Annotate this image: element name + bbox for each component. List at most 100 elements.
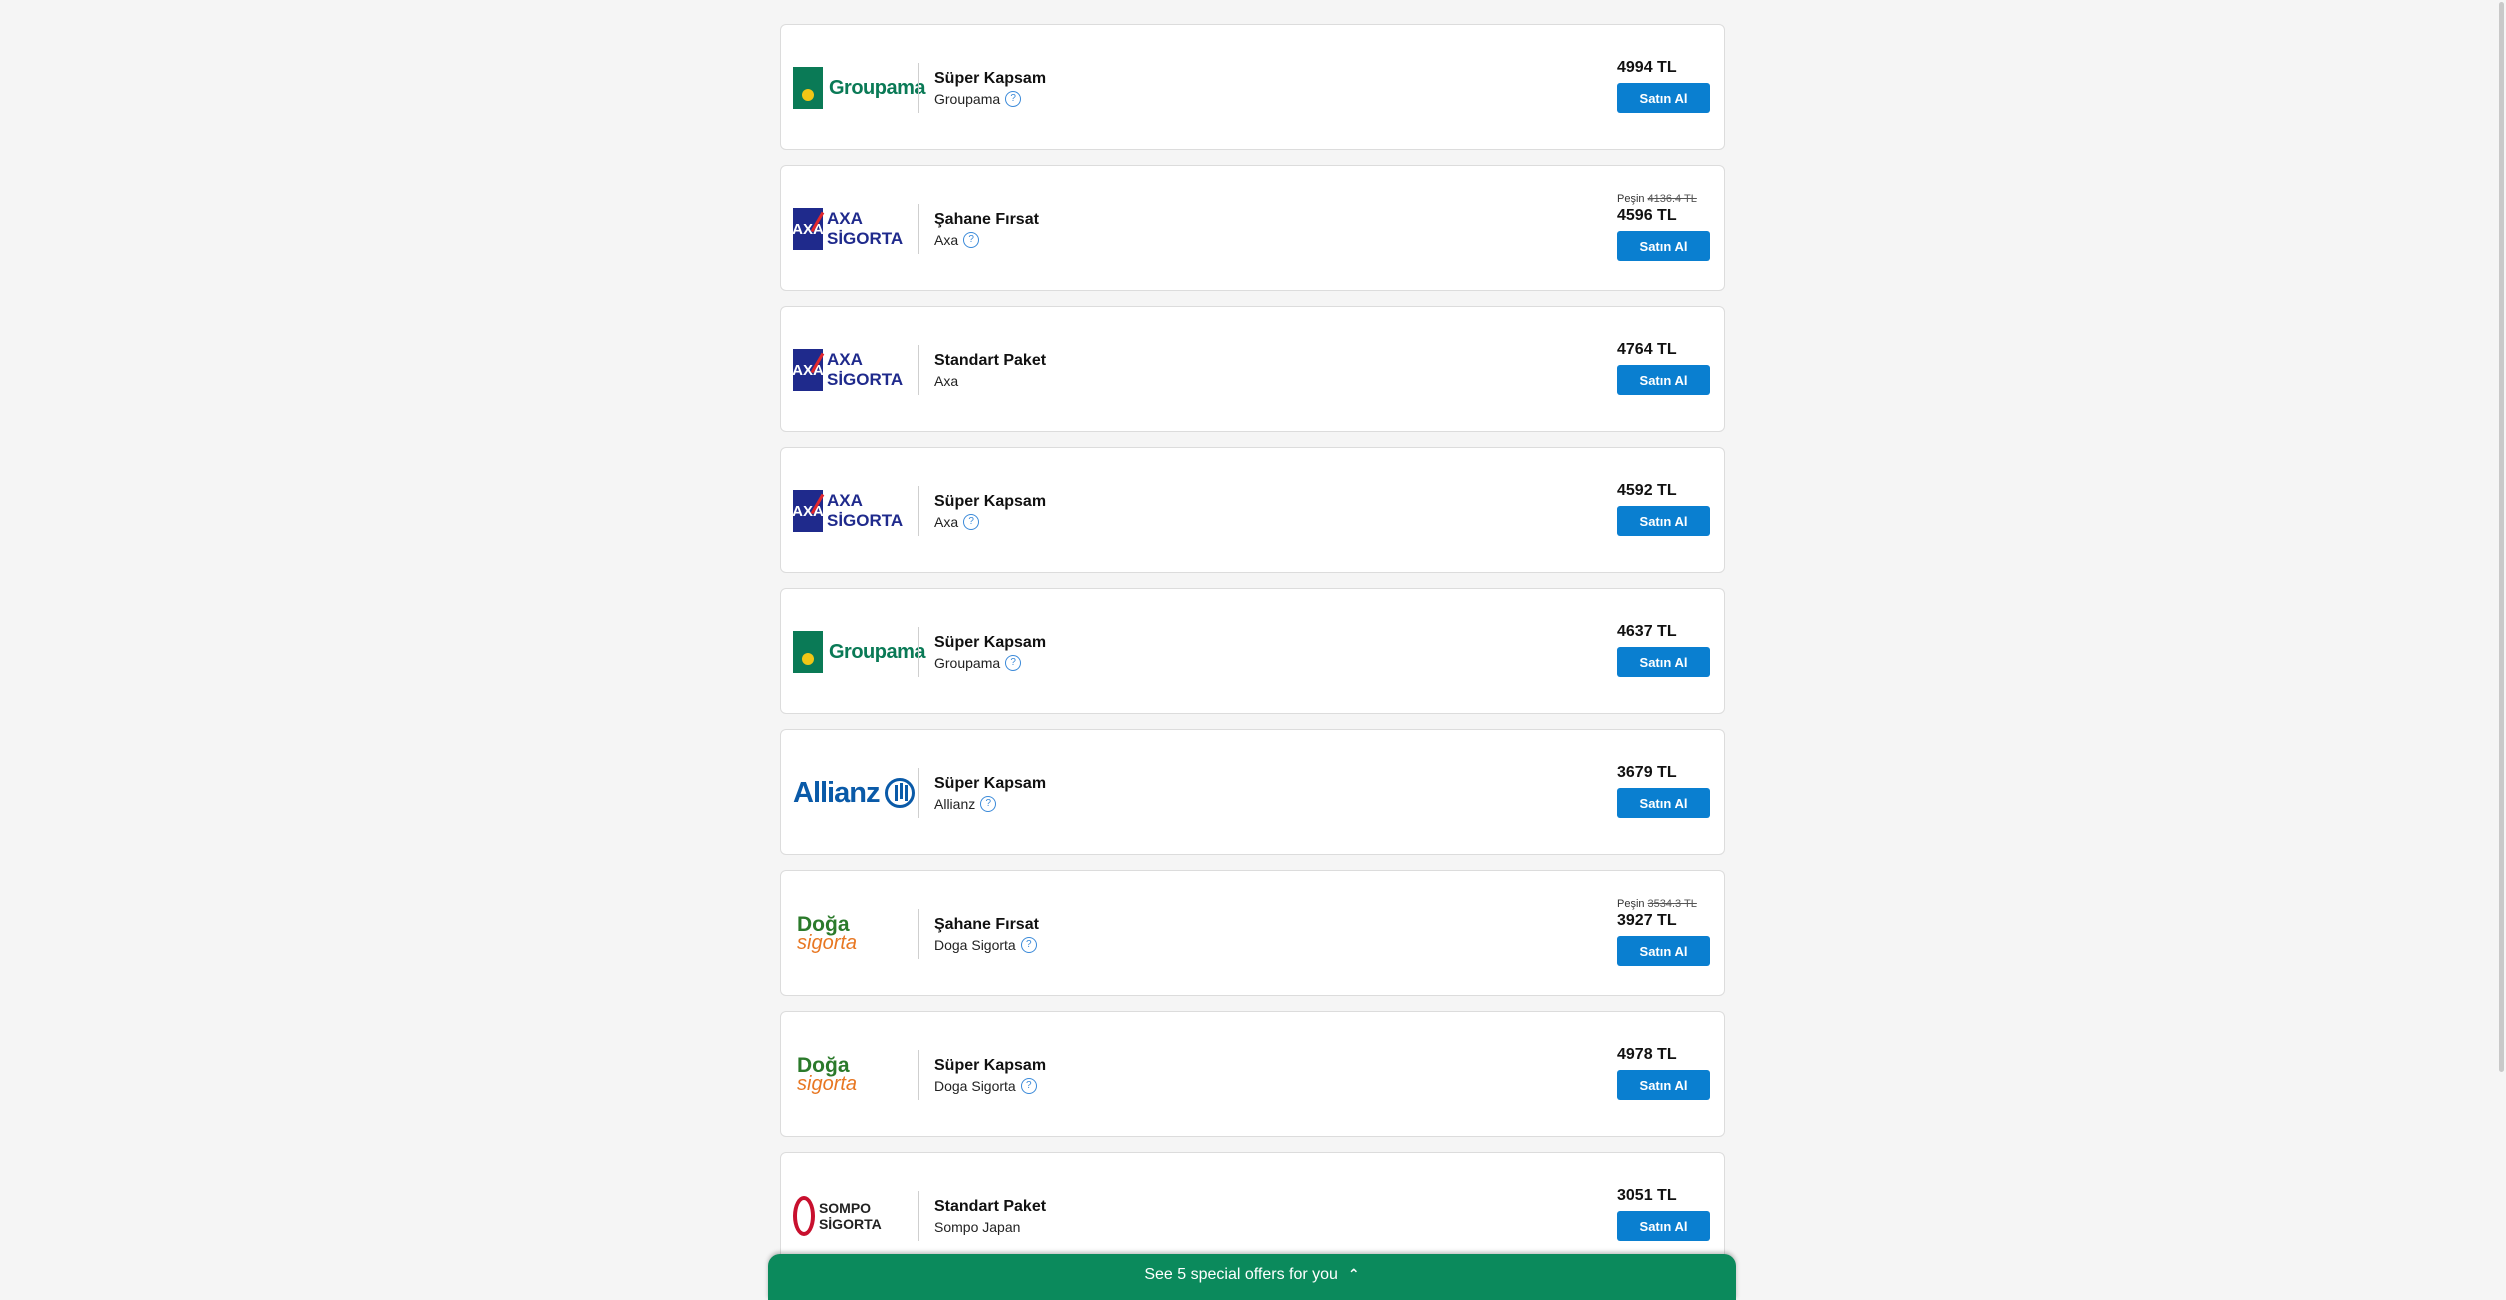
company-label: Sompo Japan: [934, 1219, 1021, 1235]
company-name: Doga Sigorta?: [934, 935, 1039, 955]
product-name: Süper Kapsam: [934, 775, 1047, 792]
offer-card: Doğa sigorta Şahane Fırsat Doga Sigorta? Peş…: [780, 870, 1725, 996]
insurer-logo: Doğa sigorta: [797, 1054, 858, 1095]
buy-button[interactable]: Satın Al: [1617, 231, 1710, 261]
company-label: Doga Sigorta: [934, 937, 1016, 953]
company-label: Groupama: [934, 91, 1001, 107]
price: 3051 TL: [1617, 1187, 1677, 1204]
company-name: Groupama?: [934, 89, 1046, 109]
company-label: Doga Sigorta: [934, 1078, 1016, 1094]
buy-button[interactable]: Satın Al: [1617, 506, 1710, 536]
offer-card: Allianz Süper Kapsam Allianz? 3679 TL Satın …: [780, 729, 1725, 855]
insurer-logo: Allianz: [793, 763, 916, 823]
price: 4764 TL: [1617, 341, 1677, 358]
divider: [918, 1050, 919, 1100]
price: 3927 TL: [1617, 912, 1677, 929]
price-box: 4637 TL Satın Al: [1617, 622, 1712, 677]
insurer-logo: SOMPO SİGORTA: [793, 1186, 911, 1246]
help-icon[interactable]: ?: [1020, 937, 1037, 953]
buy-button[interactable]: Satın Al: [1617, 936, 1710, 966]
price-box: 4592 TL Satın Al: [1617, 481, 1712, 536]
help-icon[interactable]: ?: [963, 514, 980, 530]
offer-info: Standart Paket Sompo Japan: [934, 1197, 1046, 1237]
price: 4994 TL: [1617, 59, 1677, 76]
product-name: Süper Kapsam: [934, 70, 1047, 87]
cash-price: 3534.3 TL: [1647, 898, 1697, 910]
special-offers-label: See 5 special offers for you: [1144, 1266, 1338, 1283]
buy-button[interactable]: Satın Al: [1617, 788, 1710, 818]
divider: [918, 768, 919, 818]
offer-list: Groupama Süper Kapsam Groupama? 4994 TL Satı…: [780, 24, 1725, 1293]
insurer-logo: Doğa sigorta: [797, 913, 858, 954]
buy-button[interactable]: Satın Al: [1617, 83, 1710, 113]
offer-info: Şahane Fırsat Axa?: [934, 210, 1039, 250]
help-icon[interactable]: ?: [1020, 1078, 1037, 1094]
company-label: Allianz: [934, 796, 976, 812]
price: 4637 TL: [1617, 623, 1677, 640]
cash-label: Peşin: [1617, 193, 1645, 205]
help-icon[interactable]: ?: [1005, 91, 1022, 107]
product-name: Süper Kapsam: [934, 1057, 1047, 1074]
scrollbar[interactable]: [2496, 0, 2506, 1291]
product-name: Süper Kapsam: [934, 493, 1047, 510]
price-box: Peşin 4136.4 TL 4596 TL Satın Al: [1617, 192, 1712, 261]
buy-button[interactable]: Satın Al: [1617, 1070, 1710, 1100]
company-name: Allianz?: [934, 794, 1046, 814]
cash-price: 4136.4 TL: [1647, 193, 1697, 205]
company-name: Axa?: [934, 230, 1039, 250]
insurer-logo: AXA AXA SİGORTA: [792, 490, 904, 532]
buy-button[interactable]: Satın Al: [1617, 647, 1710, 677]
insurer-logo: AXA AXA SİGORTA: [792, 208, 904, 250]
divider: [918, 627, 919, 677]
company-label: Axa: [934, 232, 959, 248]
divider: [918, 486, 919, 536]
offer-info: Süper Kapsam Allianz?: [934, 774, 1046, 814]
scrollbar-thumb[interactable]: [2499, 2, 2504, 1072]
offer-card: AXA AXA SİGORTA Standart Paket Axa 4764 TL Sa…: [780, 306, 1725, 432]
cash-price-row: Peşin 4136.4 TL: [1617, 192, 1712, 206]
company-name: Groupama?: [934, 653, 1046, 673]
price: 3679 TL: [1617, 764, 1677, 781]
divider: [918, 1191, 919, 1241]
company-label: Groupama: [934, 655, 1001, 671]
cash-label: Peşin: [1617, 898, 1645, 910]
insurer-logo: AXA AXA SİGORTA: [792, 349, 904, 391]
company-name: Axa: [934, 371, 1046, 391]
double-chevron-up-icon: ⌃: [1347, 1266, 1360, 1282]
price: 4978 TL: [1617, 1046, 1677, 1063]
price-box: 4978 TL Satın Al: [1617, 1045, 1712, 1100]
company-name: Axa?: [934, 512, 1046, 532]
cash-price-row: Peşin 3534.3 TL: [1617, 897, 1712, 911]
offer-info: Süper Kapsam Groupama?: [934, 69, 1046, 109]
price-box: 3679 TL Satın Al: [1617, 763, 1712, 818]
offer-info: Standart Paket Axa: [934, 351, 1046, 391]
price: 4592 TL: [1617, 482, 1677, 499]
product-name: Şahane Fırsat: [934, 211, 1039, 228]
help-icon[interactable]: ?: [963, 232, 980, 248]
product-name: Süper Kapsam: [934, 634, 1047, 651]
product-name: Şahane Fırsat: [934, 916, 1039, 933]
offer-info: Süper Kapsam Axa?: [934, 492, 1046, 532]
buy-button[interactable]: Satın Al: [1617, 1211, 1710, 1241]
company-name: Sompo Japan: [934, 1217, 1046, 1237]
company-label: Axa: [934, 373, 959, 389]
offer-card: Doğa sigorta Süper Kapsam Doga Sigorta? 4978…: [780, 1011, 1725, 1137]
insurer-logo: Groupama: [793, 58, 926, 118]
buy-button[interactable]: Satın Al: [1617, 365, 1710, 395]
insurer-logo: Groupama: [793, 622, 926, 682]
divider: [918, 204, 919, 254]
offer-info: Şahane Fırsat Doga Sigorta?: [934, 915, 1039, 955]
help-icon[interactable]: ?: [1005, 655, 1022, 671]
offer-info: Süper Kapsam Doga Sigorta?: [934, 1056, 1046, 1096]
price-box: Peşin 3534.3 TL 3927 TL Satın Al: [1617, 897, 1712, 966]
price-box: 4764 TL Satın Al: [1617, 340, 1712, 395]
divider: [918, 345, 919, 395]
help-icon[interactable]: ?: [980, 796, 997, 812]
special-offers-banner[interactable]: See 5 special offers for you ⌃: [768, 1254, 1736, 1300]
price-box: 3051 TL Satın Al: [1617, 1186, 1712, 1241]
product-name: Standart Paket: [934, 1198, 1047, 1215]
offer-card: AXA AXA SİGORTA Şahane Fırsat Axa? Peşin 4136…: [780, 165, 1725, 291]
offer-card: AXA AXA SİGORTA Süper Kapsam Axa? 4592 TL Sat…: [780, 447, 1725, 573]
divider: [918, 909, 919, 959]
price: 4596 TL: [1617, 207, 1677, 224]
